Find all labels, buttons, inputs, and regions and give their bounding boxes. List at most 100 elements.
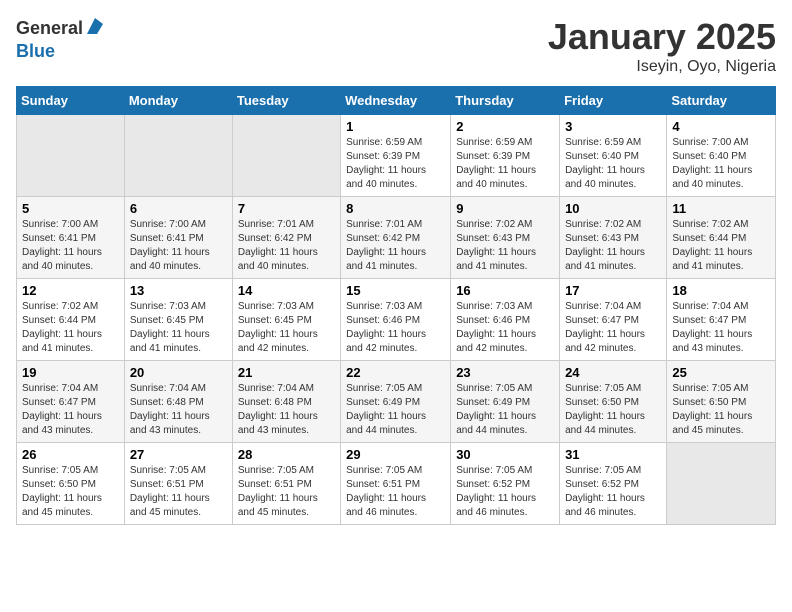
day-number: 21	[238, 365, 335, 380]
day-number: 25	[672, 365, 770, 380]
location-subtitle: Iseyin, Oyo, Nigeria	[548, 58, 776, 76]
calendar-cell: 10 Sunrise: 7:02 AM Sunset: 6:43 PM Dayli…	[560, 197, 667, 279]
logo-general: General	[16, 18, 83, 39]
day-header-wednesday: Wednesday	[341, 87, 451, 115]
calendar-cell: 19 Sunrise: 7:04 AM Sunset: 6:47 PM Dayli…	[17, 361, 125, 443]
calendar-cell: 1 Sunrise: 6:59 AM Sunset: 6:39 PM Daylig…	[341, 115, 451, 197]
cell-info: Sunrise: 7:01 AM Sunset: 6:42 PM Dayligh…	[238, 218, 335, 274]
calendar-cell: 9 Sunrise: 7:02 AM Sunset: 6:43 PM Daylig…	[451, 197, 560, 279]
day-number: 7	[238, 201, 335, 216]
day-number: 10	[565, 201, 661, 216]
cell-info: Sunrise: 6:59 AM Sunset: 6:40 PM Dayligh…	[565, 136, 661, 192]
calendar-cell: 12 Sunrise: 7:02 AM Sunset: 6:44 PM Dayli…	[17, 279, 125, 361]
cell-info: Sunrise: 7:03 AM Sunset: 6:46 PM Dayligh…	[346, 300, 445, 356]
calendar-cell: 6 Sunrise: 7:00 AM Sunset: 6:41 PM Daylig…	[124, 197, 232, 279]
week-row: 26 Sunrise: 7:05 AM Sunset: 6:50 PM Dayli…	[17, 443, 776, 525]
calendar-cell: 16 Sunrise: 7:03 AM Sunset: 6:46 PM Dayli…	[451, 279, 560, 361]
cell-info: Sunrise: 7:05 AM Sunset: 6:50 PM Dayligh…	[672, 382, 770, 438]
day-header-thursday: Thursday	[451, 87, 560, 115]
cell-info: Sunrise: 7:05 AM Sunset: 6:51 PM Dayligh…	[346, 464, 445, 520]
day-number: 20	[130, 365, 227, 380]
calendar-cell: 30 Sunrise: 7:05 AM Sunset: 6:52 PM Dayli…	[451, 443, 560, 525]
day-number: 12	[22, 283, 119, 298]
calendar-cell: 5 Sunrise: 7:00 AM Sunset: 6:41 PM Daylig…	[17, 197, 125, 279]
cell-info: Sunrise: 7:04 AM Sunset: 6:48 PM Dayligh…	[130, 382, 227, 438]
day-number: 16	[456, 283, 554, 298]
cell-info: Sunrise: 7:05 AM Sunset: 6:51 PM Dayligh…	[238, 464, 335, 520]
day-header-friday: Friday	[560, 87, 667, 115]
week-row: 12 Sunrise: 7:02 AM Sunset: 6:44 PM Dayli…	[17, 279, 776, 361]
day-header-saturday: Saturday	[667, 87, 776, 115]
day-number: 6	[130, 201, 227, 216]
calendar-cell	[17, 115, 125, 197]
day-number: 1	[346, 119, 445, 134]
cell-info: Sunrise: 7:00 AM Sunset: 6:40 PM Dayligh…	[672, 136, 770, 192]
cell-info: Sunrise: 7:02 AM Sunset: 6:43 PM Dayligh…	[456, 218, 554, 274]
calendar-table: SundayMondayTuesdayWednesdayThursdayFrid…	[16, 86, 776, 525]
cell-info: Sunrise: 7:05 AM Sunset: 6:49 PM Dayligh…	[456, 382, 554, 438]
calendar-cell: 3Sunrise: 6:59 AM Sunset: 6:40 PM Daylig…	[560, 115, 667, 197]
cell-info: Sunrise: 7:01 AM Sunset: 6:42 PM Dayligh…	[346, 218, 445, 274]
day-header-sunday: Sunday	[17, 87, 125, 115]
logo: General Blue	[16, 16, 105, 62]
calendar-cell: 18 Sunrise: 7:04 AM Sunset: 6:47 PM Dayli…	[667, 279, 776, 361]
calendar-cell: 27 Sunrise: 7:05 AM Sunset: 6:51 PM Dayli…	[124, 443, 232, 525]
cell-info: Sunrise: 7:04 AM Sunset: 6:47 PM Dayligh…	[672, 300, 770, 356]
calendar-cell: 28 Sunrise: 7:05 AM Sunset: 6:51 PM Dayli…	[232, 443, 340, 525]
cell-info: Sunrise: 7:00 AM Sunset: 6:41 PM Dayligh…	[130, 218, 227, 274]
calendar-cell: 20 Sunrise: 7:04 AM Sunset: 6:48 PM Dayli…	[124, 361, 232, 443]
cell-info: Sunrise: 7:05 AM Sunset: 6:51 PM Dayligh…	[130, 464, 227, 520]
day-number: 9	[456, 201, 554, 216]
cell-info: Sunrise: 7:00 AM Sunset: 6:41 PM Dayligh…	[22, 218, 119, 274]
week-row: 1 Sunrise: 6:59 AM Sunset: 6:39 PM Daylig…	[17, 115, 776, 197]
day-header-tuesday: Tuesday	[232, 87, 340, 115]
calendar-cell: 25 Sunrise: 7:05 AM Sunset: 6:50 PM Dayli…	[667, 361, 776, 443]
day-number: 19	[22, 365, 119, 380]
cell-info: Sunrise: 6:59 AM Sunset: 6:39 PM Dayligh…	[346, 136, 445, 192]
cell-info: Sunrise: 7:05 AM Sunset: 6:50 PM Dayligh…	[565, 382, 661, 438]
calendar-cell: 17 Sunrise: 7:04 AM Sunset: 6:47 PM Dayli…	[560, 279, 667, 361]
cell-info: Sunrise: 7:04 AM Sunset: 6:47 PM Dayligh…	[22, 382, 119, 438]
day-number: 30	[456, 447, 554, 462]
day-header-monday: Monday	[124, 87, 232, 115]
day-number: 11	[672, 201, 770, 216]
logo-icon	[85, 16, 105, 41]
calendar-cell: 14 Sunrise: 7:03 AM Sunset: 6:45 PM Dayli…	[232, 279, 340, 361]
day-number: 29	[346, 447, 445, 462]
cell-info: Sunrise: 7:05 AM Sunset: 6:52 PM Dayligh…	[456, 464, 554, 520]
calendar-cell: 21Sunrise: 7:04 AM Sunset: 6:48 PM Dayli…	[232, 361, 340, 443]
cell-info: Sunrise: 6:59 AM Sunset: 6:39 PM Dayligh…	[456, 136, 554, 192]
calendar-cell: 15 Sunrise: 7:03 AM Sunset: 6:46 PM Dayli…	[341, 279, 451, 361]
week-row: 19 Sunrise: 7:04 AM Sunset: 6:47 PM Dayli…	[17, 361, 776, 443]
day-number: 17	[565, 283, 661, 298]
calendar-cell: 2Sunrise: 6:59 AM Sunset: 6:39 PM Daylig…	[451, 115, 560, 197]
day-number: 14	[238, 283, 335, 298]
cell-info: Sunrise: 7:05 AM Sunset: 6:50 PM Dayligh…	[22, 464, 119, 520]
logo-blue: Blue	[16, 41, 55, 62]
cell-info: Sunrise: 7:04 AM Sunset: 6:47 PM Dayligh…	[565, 300, 661, 356]
day-number: 27	[130, 447, 227, 462]
title-area: January 2025 Iseyin, Oyo, Nigeria	[548, 16, 776, 76]
cell-info: Sunrise: 7:03 AM Sunset: 6:45 PM Dayligh…	[130, 300, 227, 356]
day-number: 18	[672, 283, 770, 298]
calendar-cell	[667, 443, 776, 525]
cell-info: Sunrise: 7:02 AM Sunset: 6:43 PM Dayligh…	[565, 218, 661, 274]
calendar-cell: 4Sunrise: 7:00 AM Sunset: 6:40 PM Daylig…	[667, 115, 776, 197]
calendar-cell: 31Sunrise: 7:05 AM Sunset: 6:52 PM Dayli…	[560, 443, 667, 525]
header: General Blue January 2025 Iseyin, Oyo, N…	[16, 16, 776, 76]
day-number: 15	[346, 283, 445, 298]
calendar-cell	[232, 115, 340, 197]
day-number: 23	[456, 365, 554, 380]
day-number: 26	[22, 447, 119, 462]
day-headers: SundayMondayTuesdayWednesdayThursdayFrid…	[17, 87, 776, 115]
cell-info: Sunrise: 7:03 AM Sunset: 6:45 PM Dayligh…	[238, 300, 335, 356]
day-number: 24	[565, 365, 661, 380]
day-number: 5	[22, 201, 119, 216]
day-number: 13	[130, 283, 227, 298]
calendar-cell: 7 Sunrise: 7:01 AM Sunset: 6:42 PM Daylig…	[232, 197, 340, 279]
day-number: 28	[238, 447, 335, 462]
calendar-cell: 13 Sunrise: 7:03 AM Sunset: 6:45 PM Dayli…	[124, 279, 232, 361]
cell-info: Sunrise: 7:02 AM Sunset: 6:44 PM Dayligh…	[22, 300, 119, 356]
calendar-cell: 23 Sunrise: 7:05 AM Sunset: 6:49 PM Dayli…	[451, 361, 560, 443]
cell-info: Sunrise: 7:03 AM Sunset: 6:46 PM Dayligh…	[456, 300, 554, 356]
